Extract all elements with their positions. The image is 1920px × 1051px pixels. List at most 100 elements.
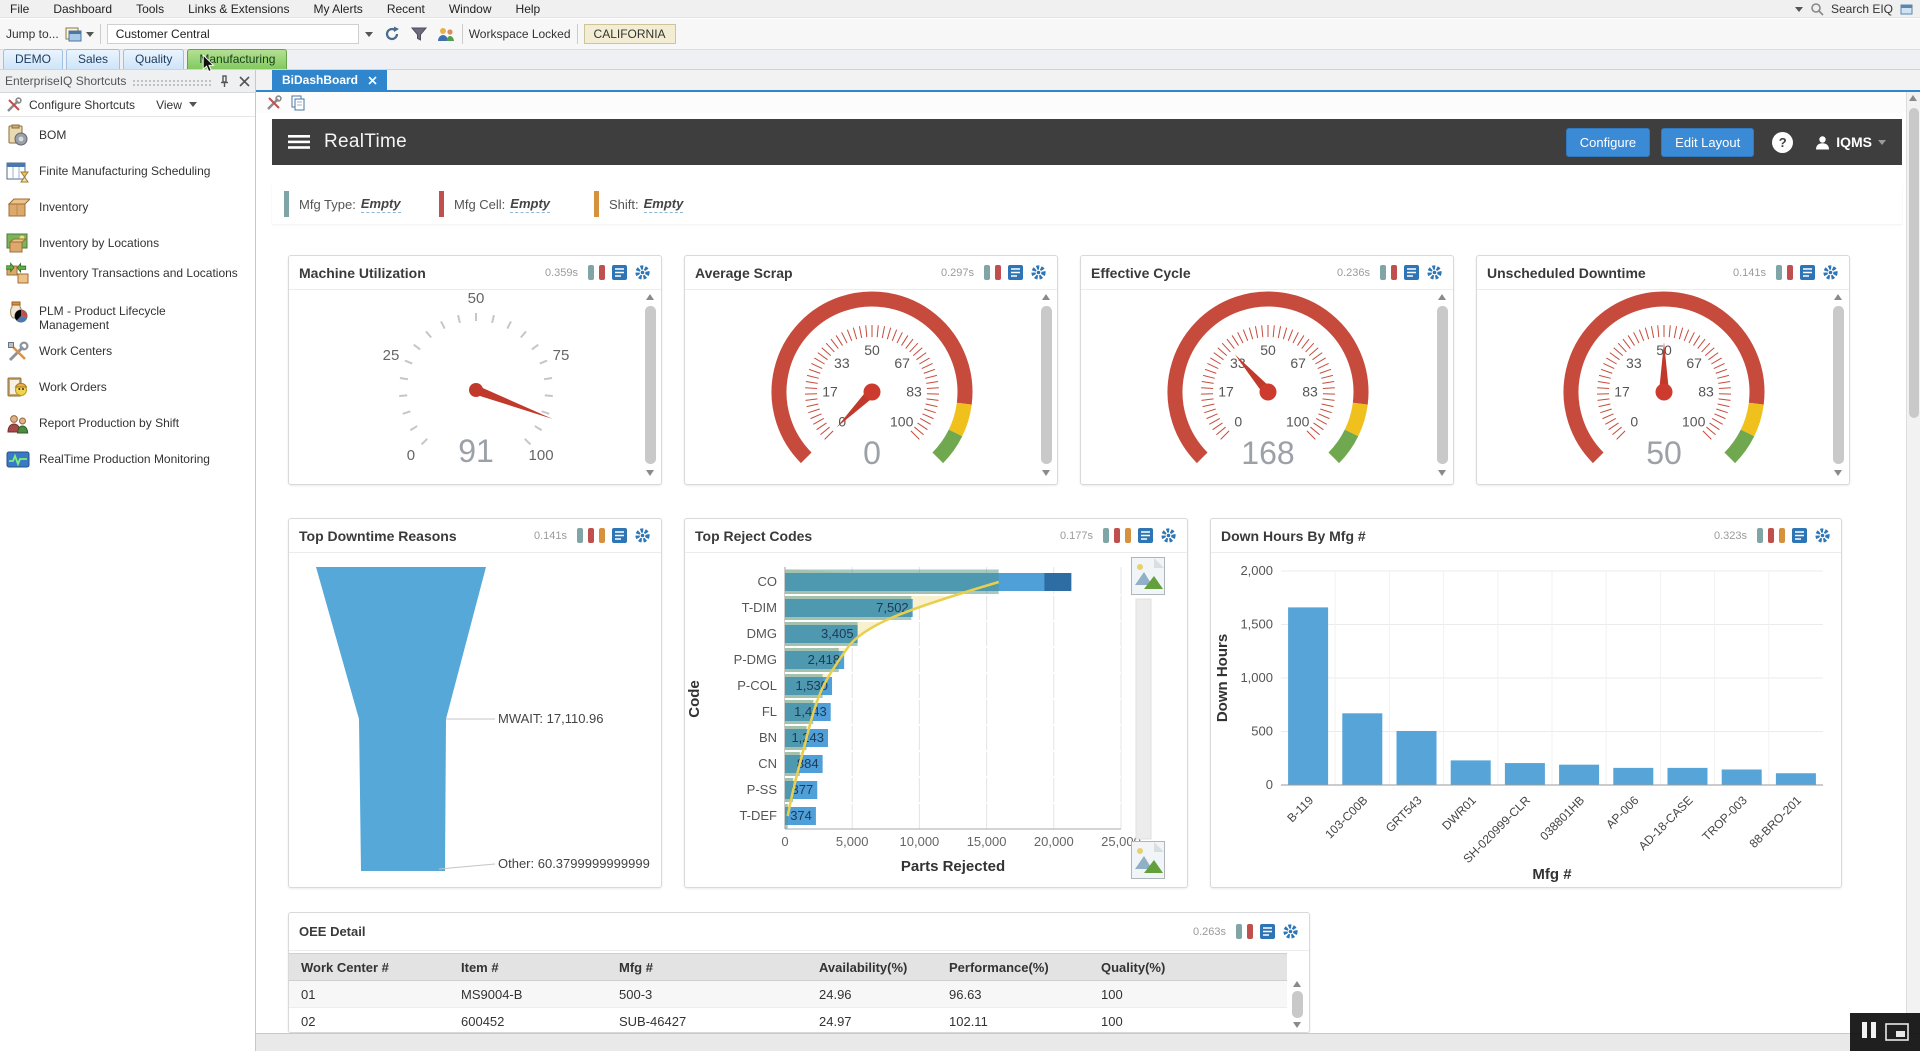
gear-icon[interactable] (1814, 527, 1831, 544)
svg-text:50: 50 (468, 290, 485, 307)
report-icon[interactable] (1403, 264, 1420, 281)
sidebar-item-bom[interactable]: BOM (6, 124, 250, 148)
col-quality[interactable]: Quality(%) (1089, 960, 1287, 975)
sidebar-item-plm[interactable]: PLM - Product Lifecycle Management (6, 300, 250, 332)
user-name: IQMS (1836, 134, 1872, 150)
gear-icon[interactable] (1160, 527, 1177, 544)
filter-value[interactable]: Empty (510, 196, 550, 213)
workspace-tab-quality[interactable]: Quality (123, 49, 184, 69)
sidebar-item-inventory-transactions[interactable]: Inventory Transactions and Locations (6, 262, 250, 286)
search-icon[interactable] (1810, 2, 1824, 16)
sidebar-item-report-production[interactable]: Report Production by Shift (6, 412, 250, 436)
report-icon[interactable] (611, 264, 628, 281)
widget-scrollbar[interactable] (1291, 981, 1304, 1028)
close-icon[interactable] (239, 76, 250, 87)
col-performance[interactable]: Performance(%) (937, 960, 1089, 975)
workspace-combobox[interactable]: Customer Central (107, 24, 359, 44)
widget-scrollbar[interactable] (644, 294, 657, 476)
widget-scrollbar[interactable] (1040, 294, 1053, 476)
search-eiq-label[interactable]: Search EIQ (1831, 2, 1893, 16)
widget-scrollbar[interactable] (1832, 294, 1845, 476)
sidebar-item-work-orders[interactable]: Work Orders (6, 376, 250, 400)
menu-window[interactable]: Window (449, 2, 492, 16)
menu-recent[interactable]: Recent (387, 2, 425, 16)
tab-close-icon[interactable] (368, 76, 377, 85)
view-menu[interactable]: View (156, 98, 182, 112)
menu-help[interactable]: Help (516, 2, 541, 16)
bar-chart: 05001,0001,5002,000B-119103-C00BGRT543DW… (1211, 553, 1842, 885)
environment-badge[interactable]: CALIFORNIA (584, 24, 676, 44)
gear-icon[interactable] (634, 527, 651, 544)
pause-icon[interactable] (1862, 1022, 1876, 1043)
svg-text:33: 33 (1626, 355, 1642, 371)
report-icon[interactable] (1799, 264, 1816, 281)
filter-icon[interactable] (411, 26, 427, 42)
copy-icon[interactable] (290, 95, 306, 111)
jump-to-window-icon[interactable] (65, 27, 82, 42)
workspace-locked-label: Workspace Locked (469, 27, 571, 41)
svg-text:83: 83 (906, 383, 922, 399)
col-work-center[interactable]: Work Center # (289, 960, 449, 975)
col-item[interactable]: Item # (449, 960, 607, 975)
chevron-down-icon[interactable] (1795, 7, 1803, 12)
col-availability[interactable]: Availability(%) (807, 960, 937, 975)
filter-indicator-icon (599, 528, 605, 543)
menu-dashboard[interactable]: Dashboard (53, 2, 112, 16)
svg-text:100: 100 (890, 414, 914, 430)
sidebar-item-finite-scheduling[interactable]: Finite Manufacturing Scheduling (6, 160, 250, 184)
menu-my-alerts[interactable]: My Alerts (313, 2, 362, 16)
users-icon[interactable] (436, 26, 456, 43)
gear-icon[interactable] (1822, 264, 1839, 281)
gear-icon[interactable] (1030, 264, 1047, 281)
table-row[interactable]: 02 600452 SUB-46427 24.97 102.11 100 (289, 1008, 1287, 1033)
svg-text:BN: BN (759, 730, 777, 745)
svg-text:AD-18-CASE: AD-18-CASE (1636, 793, 1696, 853)
sidebar-item-realtime-monitoring[interactable]: RealTime Production Monitoring (6, 448, 250, 472)
menu-tools[interactable]: Tools (136, 2, 164, 16)
sidebar-title: EnterpriseIQ Shortcuts (5, 74, 126, 88)
filter-shift[interactable]: Shift: Empty (594, 191, 727, 217)
wrench-icon[interactable] (266, 95, 282, 111)
workspace-tab-sales[interactable]: Sales (66, 49, 120, 69)
filter-value[interactable]: Empty (361, 196, 401, 213)
report-icon[interactable] (1007, 264, 1024, 281)
menu-links-extensions[interactable]: Links & Extensions (188, 2, 289, 16)
user-menu[interactable]: IQMS (1815, 134, 1886, 150)
filter-mfg-cell[interactable]: Mfg Cell: Empty (439, 191, 572, 217)
workspace-tab-demo[interactable]: DEMO (3, 49, 63, 69)
svg-text:67: 67 (894, 355, 910, 371)
configure-shortcuts-button[interactable]: Configure Shortcuts (29, 98, 135, 112)
help-icon[interactable]: ? (1772, 132, 1793, 153)
configure-button[interactable]: Configure (1566, 128, 1650, 157)
filter-mfg-type[interactable]: Mfg Type: Empty (284, 191, 417, 217)
widget-oee-detail: OEE Detail 0.263s Work Center # Item # M… (288, 912, 1310, 1033)
tab-bidashboard[interactable]: BiDashBoard (272, 70, 387, 90)
gear-icon[interactable] (1426, 264, 1443, 281)
report-icon[interactable] (611, 527, 628, 544)
report-icon[interactable] (1259, 923, 1276, 940)
sidebar-item-inventory[interactable]: Inventory (6, 196, 250, 220)
popout-window-icon[interactable] (1900, 3, 1914, 15)
table-row[interactable]: 01 MS9004-B 500-3 24.96 96.63 100 (289, 981, 1287, 1008)
sidebar-item-inventory-by-locations[interactable]: Inventory by Locations (6, 232, 250, 256)
filter-indicator-icon (1103, 528, 1109, 543)
hamburger-menu-icon[interactable] (288, 134, 310, 150)
picture-in-picture-icon[interactable] (1885, 1023, 1909, 1041)
col-mfg[interactable]: Mfg # (607, 960, 807, 975)
view-caret-icon[interactable] (189, 102, 197, 107)
jump-to-caret-icon[interactable] (86, 32, 94, 37)
menu-file[interactable]: File (10, 2, 29, 16)
workspace-caret-icon[interactable] (365, 32, 373, 37)
refresh-icon[interactable] (383, 25, 401, 43)
jump-to-label[interactable]: Jump to... (6, 27, 59, 41)
filter-value[interactable]: Empty (644, 196, 684, 213)
report-icon[interactable] (1791, 527, 1808, 544)
widget-scrollbar[interactable] (1436, 294, 1449, 476)
report-icon[interactable] (1137, 527, 1154, 544)
gear-icon[interactable] (1282, 923, 1299, 940)
edit-layout-button[interactable]: Edit Layout (1661, 128, 1754, 157)
sidebar-item-work-centers[interactable]: Work Centers (6, 340, 250, 364)
pin-icon[interactable] (218, 75, 231, 88)
gear-icon[interactable] (634, 264, 651, 281)
page-scrollbar[interactable] (1906, 92, 1920, 1033)
